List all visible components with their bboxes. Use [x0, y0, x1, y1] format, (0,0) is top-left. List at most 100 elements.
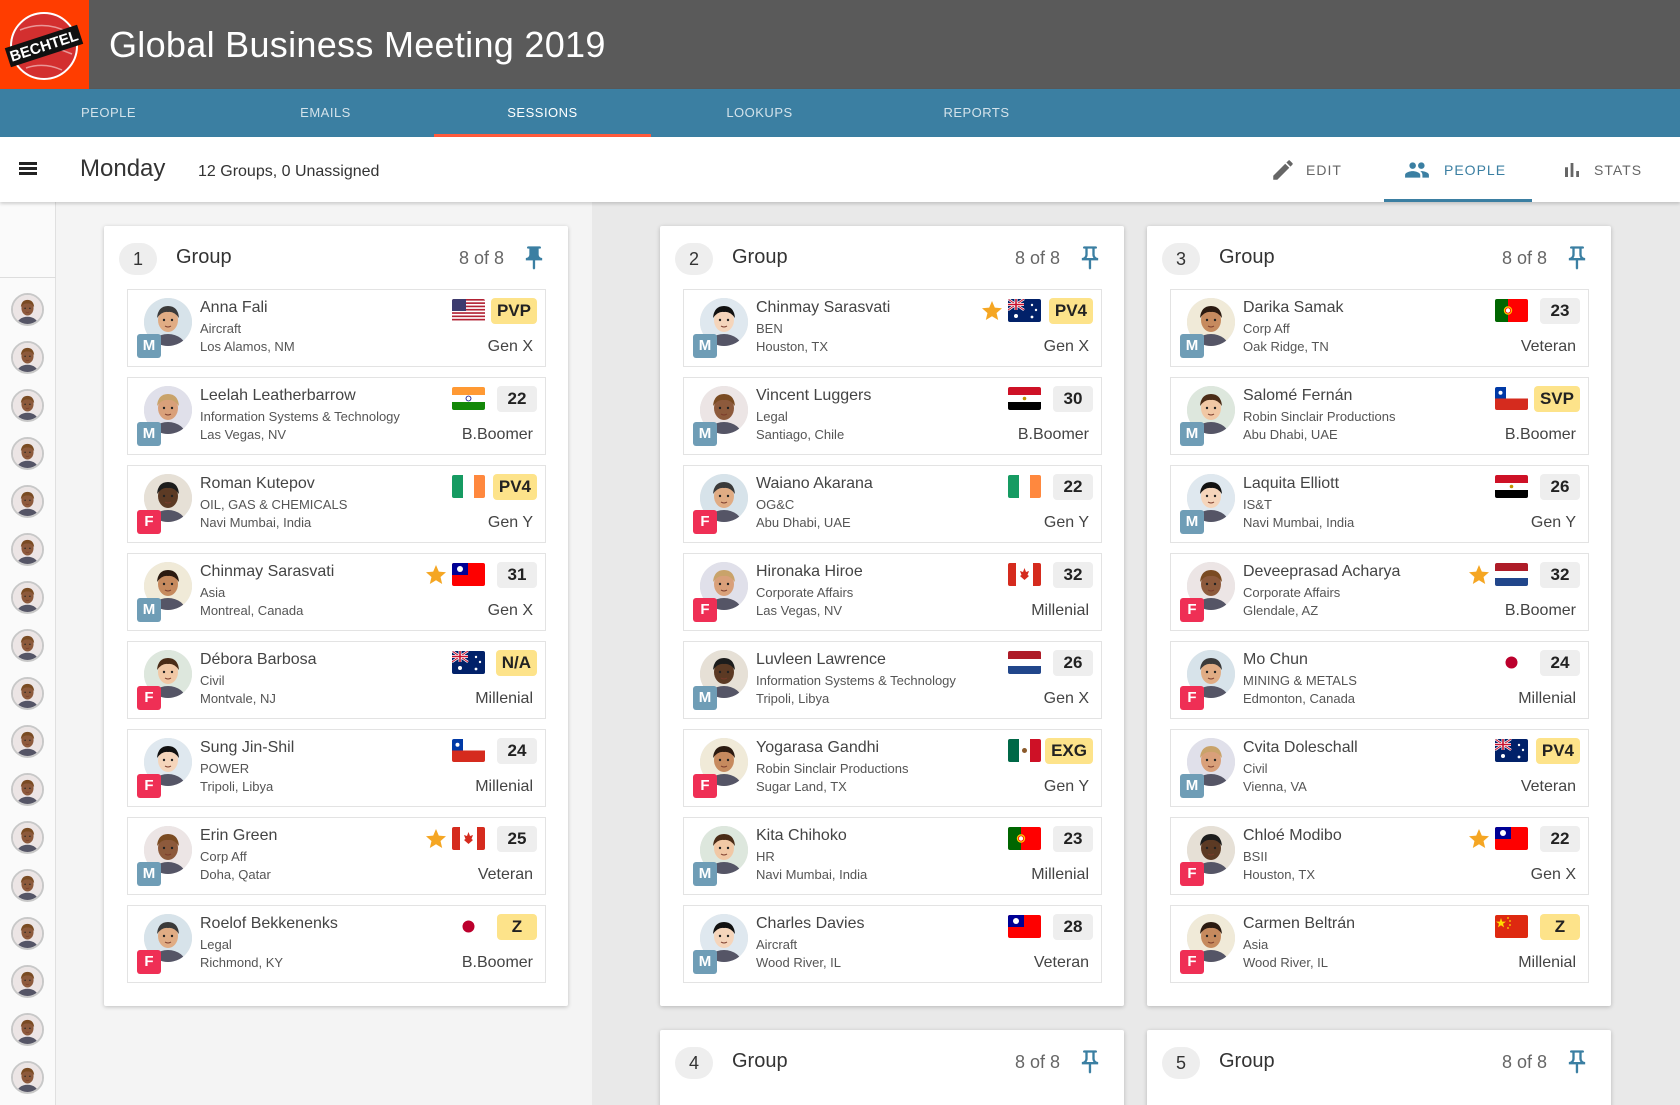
pin-icon[interactable] [1076, 244, 1104, 272]
person-card[interactable]: M Leelah Leatherbarrow Information Syste… [127, 377, 546, 455]
person-name: Erin Green [200, 827, 278, 844]
person-location: Oak Ridge, TN [1243, 339, 1329, 354]
company-logo[interactable]: BECHTEL [0, 0, 89, 89]
pin-icon[interactable] [1563, 1048, 1591, 1076]
unassigned-person-avatar[interactable] [11, 1061, 44, 1094]
gender-badge: M [1180, 334, 1204, 358]
person-card[interactable]: M Charles Davies Aircraft Wood River, IL… [683, 905, 1102, 983]
menu-icon[interactable] [16, 157, 40, 181]
unassigned-person-avatar[interactable] [11, 437, 44, 470]
group-card: 1 Group 8 of 8 M Anna Fali Aircraft Los … [104, 226, 568, 1006]
person-department: Civil [200, 673, 225, 688]
person-card[interactable]: F Roelof Bekkenenks Legal Richmond, KY B… [127, 905, 546, 983]
person-card[interactable]: F Carmen Beltrán Asia Wood River, IL Mil… [1170, 905, 1589, 983]
unassigned-person-avatar[interactable] [11, 581, 44, 614]
gender-badge: M [137, 862, 161, 886]
pin-icon[interactable] [520, 244, 548, 272]
person-location: Las Vegas, NV [756, 603, 842, 618]
person-card[interactable]: F Sung Jin-Shil POWER Tripoli, Libya Mil… [127, 729, 546, 807]
unassigned-person-avatar[interactable] [11, 533, 44, 566]
gender-badge: F [1180, 950, 1204, 974]
person-code-badge: Z [1540, 914, 1580, 940]
person-location: Glendale, AZ [1243, 603, 1319, 618]
edit-button[interactable]: EDIT [1270, 137, 1342, 202]
tab-sessions[interactable]: SESSIONS [434, 89, 651, 137]
person-name: Laquita Elliott [1243, 475, 1340, 492]
unassigned-person-avatar[interactable] [11, 389, 44, 422]
person-card[interactable]: M Luvleen Lawrence Information Systems &… [683, 641, 1102, 719]
person-code-badge: 32 [1053, 562, 1093, 588]
person-department: MINING & METALS [1243, 673, 1357, 688]
pin-icon[interactable] [1076, 1048, 1104, 1076]
person-name: Yogarasa Gandhi [756, 739, 880, 756]
tab-reports[interactable]: REPORTS [868, 89, 1085, 137]
country-flag-icon [1495, 827, 1528, 850]
group-number: 5 [1162, 1047, 1200, 1079]
side-divider [0, 277, 56, 278]
person-code-badge: 25 [497, 826, 537, 852]
group-title: Group [732, 246, 788, 268]
person-department: IS&T [1243, 497, 1272, 512]
unassigned-person-avatar[interactable] [11, 773, 44, 806]
person-generation: Gen Y [487, 514, 533, 531]
people-view-indicator [1384, 199, 1532, 202]
country-flag-icon [1008, 739, 1041, 762]
stats-button[interactable]: STATS [1560, 137, 1642, 202]
unassigned-person-avatar[interactable] [11, 677, 44, 710]
person-card[interactable]: M Chinmay Sarasvati Asia Montreal, Canad… [127, 553, 546, 631]
person-card[interactable]: F Deveeprasad Acharya Corporate Affairs … [1170, 553, 1589, 631]
person-name: Hironaka Hiroe [756, 563, 863, 580]
country-flag-icon [452, 739, 485, 762]
gender-badge: F [1180, 598, 1204, 622]
unassigned-person-avatar[interactable] [11, 629, 44, 662]
person-card[interactable]: F Hironaka Hiroe Corporate Affairs Las V… [683, 553, 1102, 631]
person-card[interactable]: F Yogarasa Gandhi Robin Sinclair Product… [683, 729, 1102, 807]
star-icon [980, 299, 1004, 323]
group-title: Group [176, 246, 232, 268]
people-view-button[interactable]: PEOPLE [1400, 137, 1506, 202]
gender-badge: M [137, 422, 161, 446]
person-card[interactable]: M Darika Samak Corp Aff Oak Ridge, TN Ve… [1170, 289, 1589, 367]
gender-badge: F [137, 686, 161, 710]
pin-icon[interactable] [1563, 244, 1591, 272]
person-code-badge: 23 [1053, 826, 1093, 852]
bar-chart-icon [1565, 162, 1579, 177]
unassigned-person-avatar[interactable] [11, 965, 44, 998]
group-title: Group [1219, 246, 1275, 268]
unassigned-person-avatar[interactable] [11, 293, 44, 326]
gender-badge: M [1180, 774, 1204, 798]
unassigned-person-avatar[interactable] [11, 1013, 44, 1046]
tab-lookups[interactable]: LOOKUPS [651, 89, 868, 137]
unassigned-person-avatar[interactable] [11, 725, 44, 758]
person-generation: Veteran [1520, 338, 1576, 355]
person-card[interactable]: M Salomé Fernán Robin Sinclair Productio… [1170, 377, 1589, 455]
unassigned-person-avatar[interactable] [11, 917, 44, 950]
person-card[interactable]: F Chloé Modibo BSII Houston, TX Gen X 22 [1170, 817, 1589, 895]
unassigned-person-avatar[interactable] [11, 869, 44, 902]
tab-people[interactable]: PEOPLE [0, 89, 217, 137]
unassigned-people-strip [0, 202, 56, 1105]
person-generation: Gen X [1530, 866, 1576, 883]
person-card[interactable]: M Vincent Luggers Legal Santiago, Chile … [683, 377, 1102, 455]
unassigned-person-avatar[interactable] [11, 485, 44, 518]
person-card[interactable]: F Waiano Akarana OG&C Abu Dhabi, UAE Gen… [683, 465, 1102, 543]
person-card[interactable]: M Anna Fali Aircraft Los Alamos, NM Gen … [127, 289, 546, 367]
tab-emails[interactable]: EMAILS [217, 89, 434, 137]
app-header: BECHTEL Global Business Meeting 2019 [0, 0, 1680, 89]
unassigned-person-avatar[interactable] [11, 821, 44, 854]
person-name: Leelah Leatherbarrow [200, 387, 356, 404]
person-department: Aircraft [200, 321, 242, 336]
person-card[interactable]: F Débora Barbosa Civil Montvale, NJ Mill… [127, 641, 546, 719]
person-generation: Gen X [1043, 338, 1089, 355]
group-number: 3 [1162, 243, 1200, 275]
person-card[interactable]: M Erin Green Corp Aff Doha, Qatar Vetera… [127, 817, 546, 895]
person-card[interactable]: M Chinmay Sarasvati BEN Houston, TX Gen … [683, 289, 1102, 367]
group-title: Group [732, 1050, 788, 1072]
unassigned-person-avatar[interactable] [11, 341, 44, 374]
group-number: 2 [675, 243, 713, 275]
person-card[interactable]: M Kita Chihoko HR Navi Mumbai, India Mil… [683, 817, 1102, 895]
person-card[interactable]: M Cvita Doleschall Civil Vienna, VA Vete… [1170, 729, 1589, 807]
person-card[interactable]: M Laquita Elliott IS&T Navi Mumbai, Indi… [1170, 465, 1589, 543]
person-card[interactable]: F Roman Kutepov OIL, GAS & CHEMICALS Nav… [127, 465, 546, 543]
person-card[interactable]: F Mo Chun MINING & METALS Edmonton, Cana… [1170, 641, 1589, 719]
